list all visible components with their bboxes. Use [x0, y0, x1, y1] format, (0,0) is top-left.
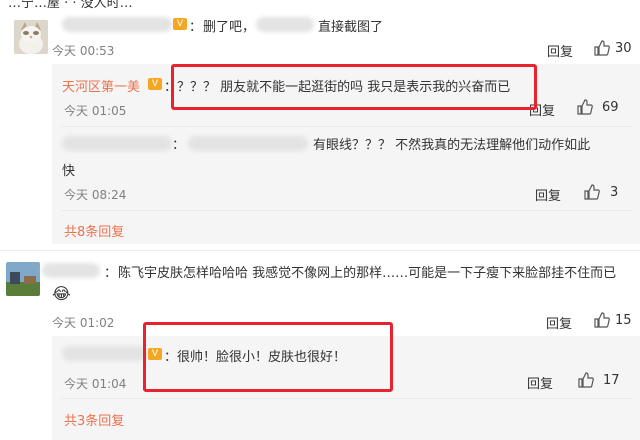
- comment-time: 今天 00:53: [52, 44, 115, 58]
- thumbs-up-icon: [577, 99, 593, 115]
- vip-badge-icon: V: [173, 18, 187, 30]
- like-button[interactable]: [578, 372, 594, 388]
- reply-button[interactable]: 回复: [535, 185, 561, 204]
- like-button[interactable]: [577, 99, 593, 115]
- comment-text: 陈飞宇皮肤怎样哈哈哈 我感觉不像网上的那样……可能是一下子瘦下来脸部挂不住而已: [118, 266, 617, 281]
- thumbs-up-icon: [594, 40, 610, 56]
- like-count: 17: [603, 373, 620, 388]
- blurred-username: [62, 136, 172, 151]
- more-replies-link[interactable]: 共3条回复: [64, 410, 124, 429]
- reply-author[interactable]: 天河区第一美: [62, 76, 140, 95]
- avatar-cat[interactable]: [14, 20, 48, 54]
- like-button[interactable]: [594, 40, 610, 56]
- comment-time: 今天 01:02: [52, 316, 115, 330]
- landscape-avatar-image: [6, 262, 40, 296]
- reply-time: 今天 01:05: [64, 104, 127, 118]
- comment-separator: ：: [189, 20, 203, 35]
- reply-button[interactable]: 回复: [527, 373, 553, 392]
- blurred-username: [62, 346, 146, 361]
- reply-separator: ：: [172, 138, 186, 153]
- thumbs-up-icon: [584, 184, 600, 200]
- divider: [62, 398, 632, 399]
- vip-badge-icon: V: [148, 78, 162, 90]
- blurred-username: [42, 263, 100, 278]
- reply-time: 今天 01:04: [64, 377, 127, 391]
- avatar-landscape[interactable]: [6, 262, 40, 296]
- highlight-box: [171, 64, 537, 110]
- like-button[interactable]: [594, 312, 610, 328]
- like-button[interactable]: [584, 184, 600, 200]
- like-count: 15: [615, 313, 632, 328]
- cat-avatar-image: [14, 20, 48, 54]
- thread-divider: [0, 250, 640, 251]
- divider: [62, 126, 632, 127]
- divider: [62, 210, 632, 211]
- thumbs-up-icon: [578, 372, 594, 388]
- comment-text-end: 直接截图了: [318, 20, 384, 35]
- blurred-text: [256, 17, 314, 32]
- thumbs-up-icon: [594, 312, 610, 328]
- blurred-username: [62, 17, 172, 32]
- comment-text: 删了吧，: [203, 20, 256, 35]
- like-count: 3: [610, 185, 619, 200]
- highlight-box: [143, 322, 393, 392]
- comment-separator: ：: [104, 266, 118, 281]
- reply-text: 有眼线？？？ 不然我真的无法理解他们动作如此: [313, 138, 591, 153]
- laughing-emoji-icon: 😂: [52, 284, 71, 303]
- blurred-text: [188, 136, 308, 151]
- top-fragment: …宁…屋 · · 没人时…: [8, 0, 133, 11]
- like-count: 30: [615, 41, 632, 56]
- reply-time: 今天 08:24: [64, 188, 127, 202]
- more-replies-link[interactable]: 共8条回复: [64, 221, 124, 240]
- reply-button[interactable]: 回复: [546, 313, 572, 332]
- like-count: 69: [602, 100, 619, 115]
- reply-text-wrap: 快: [62, 164, 76, 179]
- reply-button[interactable]: 回复: [547, 41, 573, 60]
